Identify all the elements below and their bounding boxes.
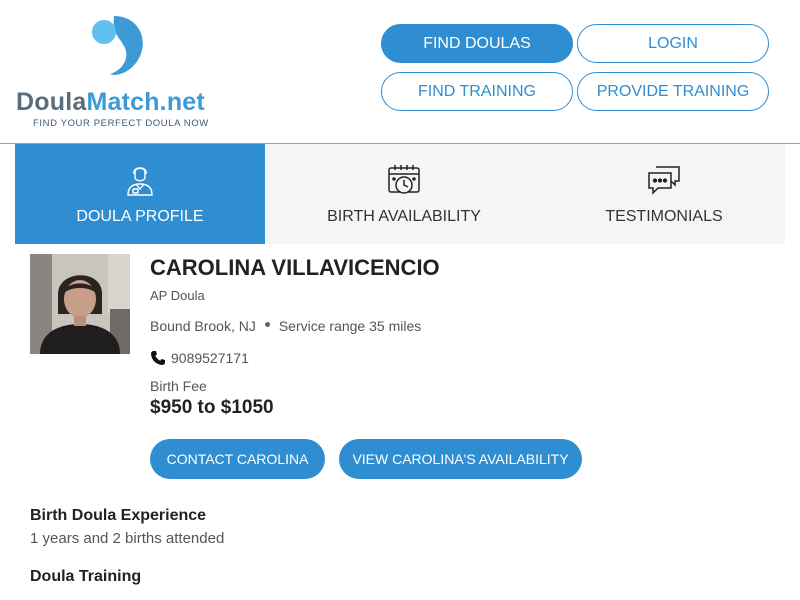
tab-label: TESTIMONIALS <box>605 208 723 225</box>
logo-tagline: FIND YOUR PERFECT DOULA NOW <box>33 118 209 129</box>
doula-role: AP Doula <box>150 288 205 303</box>
experience-heading: Birth Doula Experience <box>30 507 207 524</box>
site-logo[interactable]: DoulaMatch.net FIND YOUR PERFECT DOULA N… <box>16 10 226 134</box>
tab-testimonials[interactable]: TESTIMONIALS <box>543 144 785 244</box>
doula-name: CAROLINA VILLAVICENCIO <box>150 255 440 280</box>
doula-photo <box>30 254 130 354</box>
separator-dot <box>264 321 270 327</box>
service-range: Service range 35 miles <box>278 318 422 334</box>
find-doulas-button[interactable]: FIND DOULAS <box>381 24 573 63</box>
experience-text: 1 years and 2 births attended <box>30 530 225 547</box>
contact-doula-button[interactable]: CONTACT CAROLINA <box>150 439 325 479</box>
doula-phone[interactable]: 9089527171 <box>171 350 249 366</box>
location-line: Bound Brook, NJ Service range 35 miles <box>150 318 421 334</box>
calendar-clock-icon <box>388 165 420 194</box>
view-availability-button[interactable]: VIEW CAROLINA'S AVAILABILITY <box>339 439 582 479</box>
logo-wordmark: DoulaMatch.net <box>16 88 205 116</box>
fee-label: Birth Fee <box>150 378 207 394</box>
tab-label: BIRTH AVAILABILITY <box>327 208 481 225</box>
training-heading: Doula Training <box>30 568 142 585</box>
phone-line[interactable]: 9089527171 <box>150 350 249 366</box>
find-training-button[interactable]: FIND TRAINING <box>381 72 573 111</box>
tab-label: DOULA PROFILE <box>76 208 204 225</box>
login-button[interactable]: LOGIN <box>577 24 769 63</box>
doula-location: Bound Brook, NJ <box>150 318 256 334</box>
chat-bubbles-icon <box>648 166 680 195</box>
profile-tabs: DOULA PROFILE BIRTH AVAILABILITY TESTIMO… <box>15 144 785 244</box>
provide-training-button[interactable]: PROVIDE TRAINING <box>577 72 769 111</box>
phone-icon <box>151 351 165 365</box>
site-header: DoulaMatch.net FIND YOUR PERFECT DOULA N… <box>0 0 800 144</box>
fee-value: $950 to $1050 <box>150 397 274 418</box>
logo-mark-icon <box>92 16 143 75</box>
tab-birth-availability[interactable]: BIRTH AVAILABILITY <box>265 144 543 244</box>
tab-doula-profile[interactable]: DOULA PROFILE <box>15 144 265 244</box>
doula-person-icon <box>127 167 153 196</box>
